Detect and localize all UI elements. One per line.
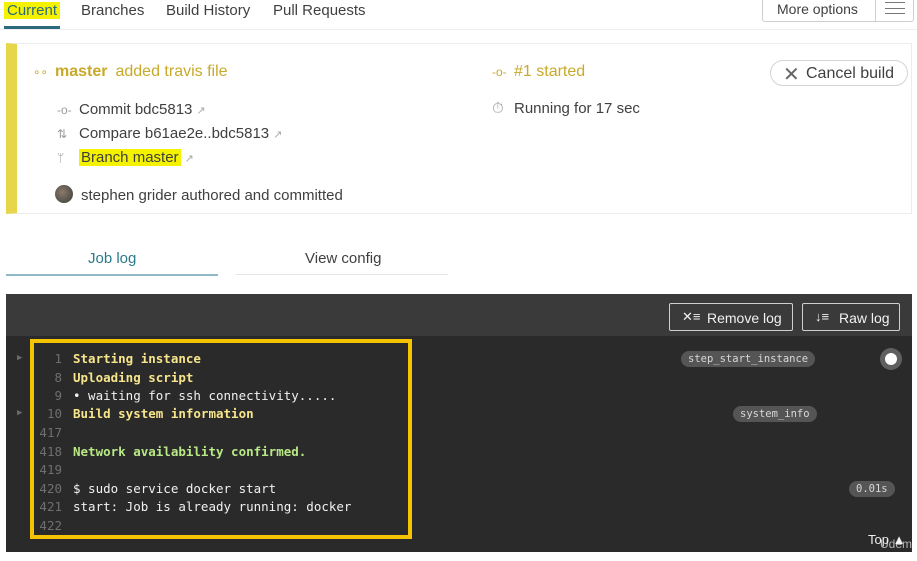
commit-icon: -o- (492, 65, 507, 79)
duration-tag: 0.01s (849, 481, 895, 497)
duration-label: Running for 17 sec (514, 100, 640, 117)
remove-log-button[interactable]: ✕≡ Remove log (669, 303, 793, 331)
close-icon: ✕ (783, 64, 800, 86)
compare-icon: ⇅ (57, 127, 68, 141)
fold-arrow-icon[interactable]: ▶ (17, 408, 22, 418)
build-summary-card: ∘∘ master added travis file -o- Commit bdc5… (6, 43, 912, 214)
annotation-highlight-box (30, 339, 412, 539)
more-options-button[interactable]: More options (762, 0, 914, 22)
build-branch-name[interactable]: master (55, 63, 107, 80)
build-title: ∘∘ master added travis file (33, 63, 228, 81)
more-options-label: More options (777, 1, 858, 17)
status-dots-icon: ∘∘ (33, 65, 49, 79)
log-tab-divider (236, 274, 448, 275)
stopwatch-icon: ⏱ (492, 100, 504, 117)
build-duration: ⏱ Running for 17 sec (492, 100, 640, 117)
watermark-logo: Udemy (880, 537, 917, 551)
build-commit-message: added travis file (115, 63, 228, 80)
cancel-build-button[interactable]: ✕ Cancel build (770, 60, 908, 86)
fold-tag: system_info (733, 406, 817, 422)
repo-tab-bar: Current Branches Build History Pull Requ… (0, 0, 917, 30)
commit-label: Commit bdc5813 (79, 101, 193, 118)
author-text: stephen grider authored and committed (81, 187, 343, 204)
external-link-icon: ↗ (196, 105, 206, 117)
tab-view-config[interactable]: View config (305, 250, 381, 267)
fold-tag: step_start_instance (681, 351, 816, 367)
external-link-icon: ↗ (184, 153, 194, 165)
hamburger-menu-icon[interactable] (885, 2, 905, 14)
compare-link[interactable]: ⇅ Compare b61ae2e..bdc5813 ↗ (57, 125, 282, 142)
more-options-divider (875, 0, 876, 21)
raw-log-button[interactable]: ↓≡ Raw log (802, 303, 900, 331)
tab-build-history[interactable]: Build History (166, 2, 250, 19)
branch-icon: ᛘ (57, 151, 65, 165)
tab-current[interactable]: Current (4, 2, 61, 19)
branch-link[interactable]: ᛘ Branch master ↗ (57, 149, 194, 166)
build-status-label[interactable]: #1 started (514, 63, 585, 80)
author-line: stephen grider authored and committed (55, 185, 343, 204)
active-log-tab-indicator (6, 274, 218, 276)
external-link-icon: ↗ (273, 129, 283, 141)
tab-branches[interactable]: Branches (81, 2, 144, 19)
build-number-status: -o- #1 started (492, 63, 585, 81)
log-toolbar: ✕≡ Remove log ↓≡ Raw log (6, 294, 912, 336)
raw-log-icon: ↓≡ (815, 309, 830, 324)
commit-link[interactable]: -o- Commit bdc5813 ↗ (57, 101, 206, 118)
remove-log-icon: ✕≡ (682, 309, 701, 324)
cancel-build-label: Cancel build (806, 65, 895, 82)
active-tab-indicator (4, 26, 60, 29)
compare-label: Compare b61ae2e..bdc5813 (79, 125, 270, 142)
tab-job-log[interactable]: Job log (88, 250, 136, 267)
fold-arrow-icon[interactable]: ▶ (17, 353, 22, 363)
log-toggle-icon[interactable] (880, 348, 902, 370)
branch-label: Branch master (79, 149, 181, 166)
tab-pull-requests[interactable]: Pull Requests (273, 2, 366, 19)
raw-log-label: Raw log (839, 310, 890, 326)
commit-icon: -o- (57, 103, 72, 117)
remove-log-label: Remove log (707, 310, 782, 326)
author-avatar (55, 185, 73, 203)
